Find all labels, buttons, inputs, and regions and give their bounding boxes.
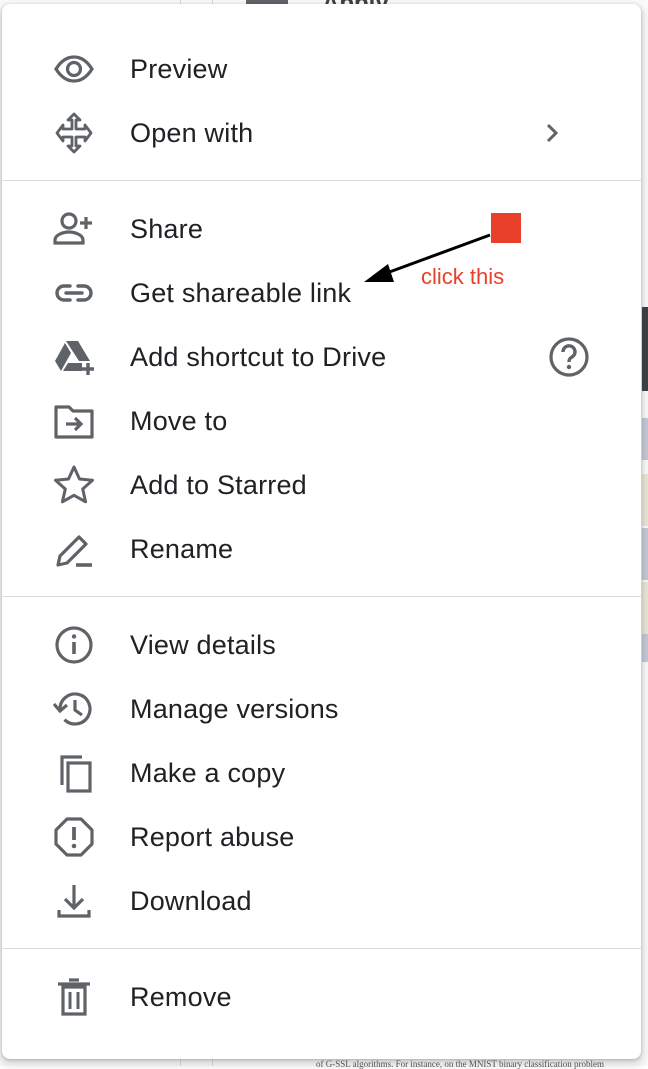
background-stripe: [642, 582, 648, 634]
menu-item-preview[interactable]: Preview: [2, 37, 641, 101]
annotation-marker: [491, 213, 521, 243]
menu-divider: [2, 596, 641, 597]
menu-item-label: Manage versions: [130, 694, 339, 724]
background-stripe: [642, 528, 648, 580]
help-circle-icon[interactable]: [547, 335, 591, 379]
download-icon: [50, 883, 98, 919]
menu-item-download[interactable]: Download: [2, 869, 641, 933]
chevron-right-icon: [531, 111, 575, 155]
menu-divider: [2, 180, 641, 181]
menu-item-add-shortcut-to-drive[interactable]: Add shortcut to Drive: [2, 325, 641, 389]
menu-item-view-details[interactable]: View details: [2, 613, 641, 677]
copy-icon: [50, 755, 98, 793]
background-stripe: [642, 418, 648, 460]
background-stripe: [642, 474, 648, 526]
menu-item-get-shareable-link[interactable]: Get shareable link: [2, 261, 641, 325]
menu-item-label: Open with: [130, 118, 254, 148]
history-icon: [50, 691, 98, 727]
info-icon: [50, 626, 98, 664]
menu-item-open-with[interactable]: Open with: [2, 101, 641, 165]
menu-item-manage-versions[interactable]: Manage versions: [2, 677, 641, 741]
menu-divider: [2, 948, 641, 949]
menu-item-label: View details: [130, 630, 276, 660]
menu-item-label: Remove: [130, 982, 232, 1012]
pencil-icon: [50, 531, 98, 567]
menu-item-label: Download: [130, 886, 252, 916]
menu-item-move-to[interactable]: Move to: [2, 389, 641, 453]
menu-item-add-to-starred[interactable]: Add to Starred: [2, 453, 641, 517]
menu-item-label: Get shareable link: [130, 278, 352, 308]
annotation-label: click this: [421, 264, 505, 289]
link-icon: [50, 275, 98, 311]
star-outline-icon: [50, 465, 98, 504]
menu-item-label: Share: [130, 214, 204, 244]
trash-icon: [50, 978, 98, 1016]
menu-item-rename[interactable]: Rename: [2, 517, 641, 581]
menu-item-remove[interactable]: Remove: [2, 965, 641, 1029]
drive-shortcut-icon: [50, 339, 98, 375]
menu-item-label: Report abuse: [130, 822, 295, 852]
report-octagon-icon: [50, 817, 98, 857]
eye-icon: [50, 51, 98, 87]
person-add-icon: [50, 211, 98, 247]
menu-item-label: Make a copy: [130, 758, 286, 788]
background-footnote: of G-SSL algorithms. For instance, on th…: [316, 1059, 604, 1069]
menu-item-label: Add to Starred: [130, 470, 307, 500]
menu-item-label: Preview: [130, 54, 228, 84]
menu-item-label: Add shortcut to Drive: [130, 342, 387, 372]
menu-item-share[interactable]: Share: [2, 197, 641, 261]
context-menu: Preview Open with Share Get shareable link A…: [2, 4, 641, 1059]
move-arrows-icon: [50, 112, 98, 154]
menu-item-label: Move to: [130, 406, 228, 436]
background-stripe: [642, 634, 648, 662]
menu-item-report-abuse[interactable]: Report abuse: [2, 805, 641, 869]
menu-item-make-a-copy[interactable]: Make a copy: [2, 741, 641, 805]
background-stripe: [642, 307, 648, 391]
menu-item-label: Rename: [130, 534, 234, 564]
folder-move-icon: [50, 403, 98, 439]
